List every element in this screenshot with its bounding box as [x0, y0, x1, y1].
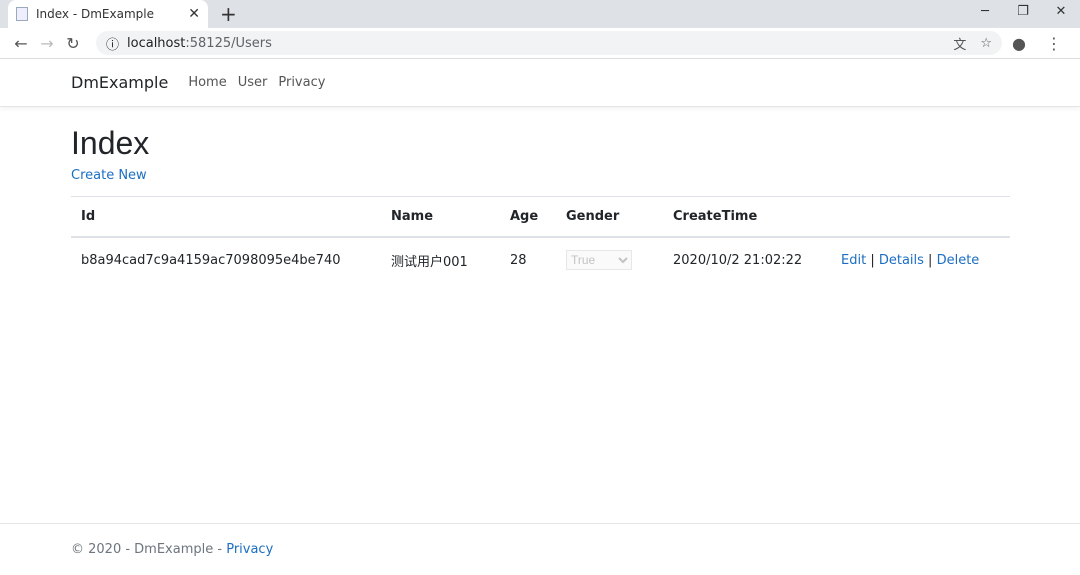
table-row: b8a94cad7c9a4159ac7098095e4be740 测试用户001…: [71, 236, 1010, 282]
cell-createtime: 2020/10/2 21:02:22: [663, 236, 831, 282]
users-table: Id Name Age Gender CreateTime b8a94cad7c…: [71, 196, 1010, 282]
footer-text: © 2020 - DmExample -: [71, 542, 227, 557]
translate-icon[interactable]: 文: [953, 34, 966, 53]
back-icon[interactable]: ←: [8, 34, 34, 53]
new-tab-icon[interactable]: +: [220, 2, 237, 26]
tab-title: Index - DmExample: [36, 7, 154, 21]
cell-age: 28: [500, 236, 556, 282]
details-link[interactable]: Details: [879, 253, 924, 268]
browser-tab[interactable]: Index - DmExample ✕: [8, 0, 208, 28]
star-icon[interactable]: ☆: [980, 36, 992, 51]
create-new-link[interactable]: Create New: [71, 168, 1010, 183]
address-bar-row: ← → ↻ ⓘ localhost:58125/Users 文 ☆ ● ⋮: [0, 28, 1080, 59]
tab-bar: Index - DmExample ✕ + ─ ❐ ✕: [0, 0, 1080, 28]
nav-user[interactable]: User: [238, 75, 268, 90]
site-navbar: DmExample Home User Privacy: [0, 59, 1080, 107]
footer: © 2020 - DmExample - Privacy: [0, 523, 1080, 575]
menu-icon[interactable]: ⋮: [1046, 34, 1062, 53]
col-createtime: CreateTime: [663, 196, 831, 238]
col-gender: Gender: [556, 196, 663, 238]
forward-icon[interactable]: →: [34, 34, 60, 53]
profile-icon[interactable]: ●: [1012, 34, 1026, 53]
close-window-icon[interactable]: ✕: [1042, 0, 1080, 24]
col-actions: [831, 196, 1010, 238]
gender-select[interactable]: True: [566, 250, 632, 270]
col-id: Id: [71, 196, 381, 238]
brand-link[interactable]: DmExample: [71, 73, 168, 92]
page-icon: [16, 7, 28, 21]
url-input[interactable]: ⓘ localhost:58125/Users 文 ☆: [96, 31, 1002, 55]
page-title: Index: [71, 125, 150, 161]
nav-home[interactable]: Home: [188, 75, 226, 90]
restore-icon[interactable]: ❐: [1004, 0, 1042, 24]
col-age: Age: [500, 196, 556, 238]
delete-link[interactable]: Delete: [937, 253, 980, 268]
minimize-icon[interactable]: ─: [966, 0, 1004, 24]
edit-link[interactable]: Edit: [841, 253, 866, 268]
cell-id: b8a94cad7c9a4159ac7098095e4be740: [71, 236, 381, 282]
reload-icon[interactable]: ↻: [60, 34, 86, 53]
cell-name: 测试用户001: [381, 236, 500, 282]
info-icon[interactable]: ⓘ: [106, 34, 119, 53]
nav-privacy[interactable]: Privacy: [278, 75, 325, 90]
footer-privacy-link[interactable]: Privacy: [226, 542, 273, 557]
close-tab-icon[interactable]: ✕: [188, 6, 200, 22]
col-name: Name: [381, 196, 500, 238]
